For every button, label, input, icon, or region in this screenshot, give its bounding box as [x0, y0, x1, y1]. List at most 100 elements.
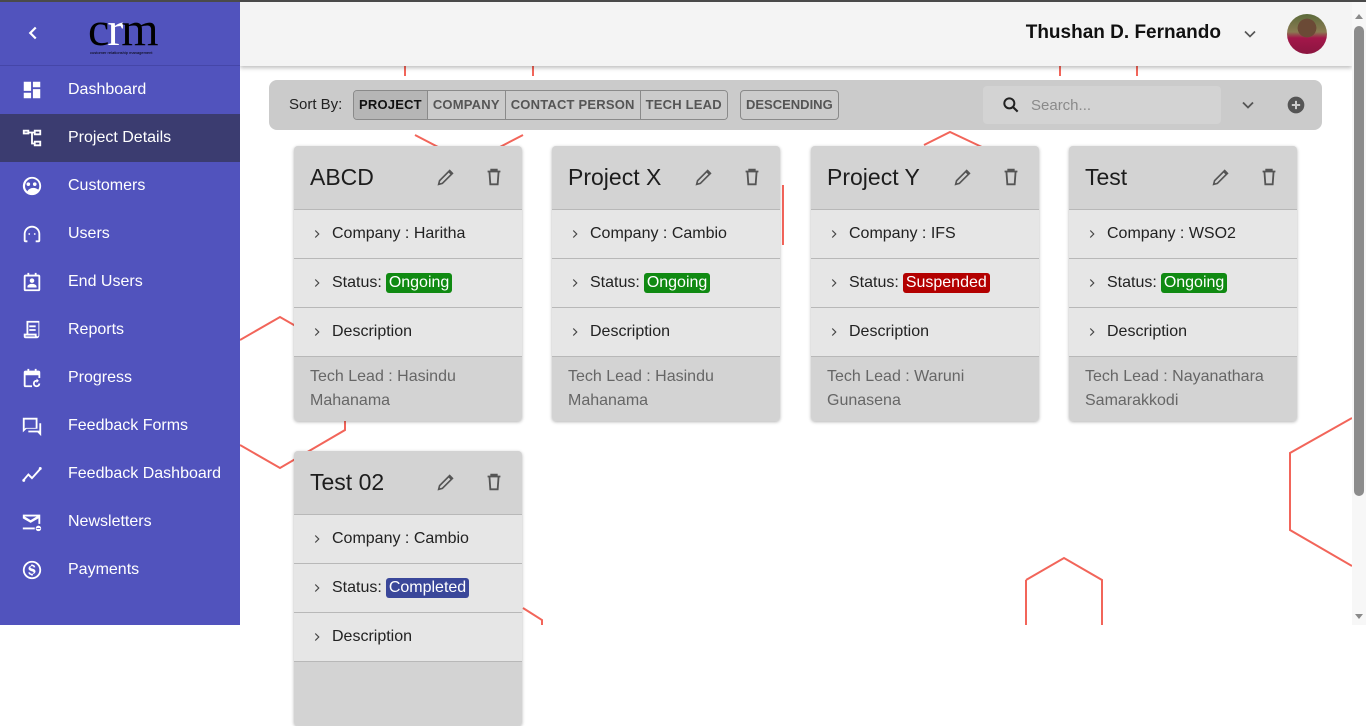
- description-label: Description: [1107, 323, 1188, 340]
- sidebar: crm customer relationship management Das…: [0, 2, 240, 625]
- sidebar-item-users[interactable]: Users: [0, 210, 240, 258]
- card-header: Project Y: [811, 146, 1039, 210]
- edit-pencil-icon[interactable]: [693, 166, 715, 188]
- trend-line-icon: [20, 462, 44, 486]
- sort-button-contact-person[interactable]: CONTACT PERSON: [505, 91, 641, 119]
- company-row[interactable]: Company : Cambio: [294, 515, 522, 564]
- sort-label: Sort By:: [289, 96, 343, 113]
- sidebar-item-progress[interactable]: Progress: [0, 354, 240, 402]
- scroll-up-arrow[interactable]: [1355, 14, 1363, 19]
- chevron-right-icon: [314, 230, 320, 238]
- delete-trash-icon[interactable]: [1000, 166, 1022, 188]
- avatar[interactable]: [1287, 14, 1327, 54]
- description-row[interactable]: Description: [552, 308, 780, 357]
- status-row[interactable]: Status: Ongoing: [552, 259, 780, 308]
- scroll-down-arrow[interactable]: [1355, 614, 1363, 619]
- chevron-right-icon: [831, 279, 837, 287]
- project-title: ABCD: [310, 164, 374, 190]
- chevron-right-icon: [314, 279, 320, 287]
- sort-button-company[interactable]: COMPANY: [427, 91, 506, 119]
- company-row[interactable]: Company : IFS: [811, 210, 1039, 259]
- company-label: Company : IFS: [849, 225, 956, 242]
- sort-button-project[interactable]: PROJECT: [354, 91, 428, 119]
- sidebar-item-label: End Users: [68, 273, 143, 290]
- user-name[interactable]: Thushan D. Fernando: [1026, 22, 1221, 44]
- sort-toolbar: Sort By: PROJECT COMPANY CONTACT PERSON TEC…: [269, 80, 1322, 130]
- mail-icon: [20, 510, 44, 534]
- status-label: Status:: [849, 274, 899, 291]
- description-row[interactable]: Description: [294, 613, 522, 662]
- calendar-progress-icon: [20, 366, 44, 390]
- reports-icon: [20, 318, 44, 342]
- sidebar-item-label: Feedback Dashboard: [68, 465, 221, 482]
- status-badge: Completed: [385, 578, 470, 598]
- chevron-right-icon: [572, 328, 578, 336]
- sidebar-item-newsletters[interactable]: Newsletters: [0, 498, 240, 546]
- chevron-down-icon[interactable]: [1240, 24, 1260, 44]
- project-title: Project X: [568, 164, 662, 190]
- chevron-down-icon[interactable]: [1238, 95, 1258, 115]
- project-card: Project Y Company : IFS Status: Suspended…: [811, 146, 1039, 421]
- scrollbar-thumb[interactable]: [1354, 26, 1364, 496]
- status-row[interactable]: Status: Ongoing: [294, 259, 522, 308]
- sidebar-item-customers[interactable]: Customers: [0, 162, 240, 210]
- description-label: Description: [849, 323, 930, 340]
- company-row[interactable]: Company : WSO2: [1069, 210, 1297, 259]
- tech-lead: Tech Lead : Nayanathara Samarakkodi: [1069, 357, 1297, 421]
- dollar-circle-icon: [20, 558, 44, 582]
- sort-order-button[interactable]: DESCENDING: [740, 90, 839, 120]
- logo-tagline: customer relationship management: [90, 50, 153, 55]
- sidebar-item-label: Progress: [68, 369, 133, 386]
- search-icon: [1003, 97, 1019, 113]
- chevron-right-icon: [572, 279, 578, 287]
- delete-trash-icon[interactable]: [483, 166, 505, 188]
- edit-pencil-icon[interactable]: [435, 166, 457, 188]
- chevron-right-icon: [314, 633, 320, 641]
- delete-trash-icon[interactable]: [483, 471, 505, 493]
- sidebar-item-end-users[interactable]: End Users: [0, 258, 240, 306]
- sidebar-item-reports[interactable]: Reports: [0, 306, 240, 354]
- description-row[interactable]: Description: [1069, 308, 1297, 357]
- edit-pencil-icon[interactable]: [952, 166, 974, 188]
- edit-pencil-icon[interactable]: [1210, 166, 1232, 188]
- edit-pencil-icon[interactable]: [435, 471, 457, 493]
- company-label: Company : Haritha: [332, 225, 466, 242]
- sidebar-item-label: Dashboard: [68, 81, 147, 98]
- sidebar-item-payments[interactable]: Payments: [0, 546, 240, 594]
- chevron-right-icon: [1089, 230, 1095, 238]
- sidebar-item-label: Newsletters: [68, 513, 152, 530]
- status-row[interactable]: Status: Suspended: [811, 259, 1039, 308]
- sidebar-item-project-details[interactable]: Project Details: [0, 114, 240, 162]
- chevron-left-icon[interactable]: [22, 22, 44, 44]
- add-circle-icon[interactable]: [1286, 95, 1306, 115]
- sidebar-item-dashboard[interactable]: Dashboard: [0, 66, 240, 114]
- app-logo: crm customer relationship management: [88, 3, 159, 56]
- description-row[interactable]: Description: [811, 308, 1039, 357]
- delete-trash-icon[interactable]: [741, 166, 763, 188]
- tech-lead: Tech Lead : Hasindu Mahanama: [294, 357, 522, 421]
- status-row[interactable]: Status: Completed: [294, 564, 522, 613]
- status-badge: Ongoing: [643, 273, 711, 293]
- status-row[interactable]: Status: Ongoing: [1069, 259, 1297, 308]
- company-row[interactable]: Company : Haritha: [294, 210, 522, 259]
- project-card: Test 02 Company : Cambio Status: Complete…: [294, 451, 522, 726]
- search-input[interactable]: [1031, 94, 1211, 116]
- chevron-right-icon: [831, 328, 837, 336]
- project-card: Project X Company : Cambio Status: Ongoin…: [552, 146, 780, 421]
- vertical-scrollbar[interactable]: [1352, 2, 1366, 625]
- app-bar: Thushan D. Fernando: [240, 2, 1352, 66]
- chevron-right-icon: [314, 584, 320, 592]
- description-row[interactable]: Description: [294, 308, 522, 357]
- sort-button-tech-lead[interactable]: TECH LEAD: [640, 91, 727, 119]
- company-label: Company : WSO2: [1107, 225, 1236, 242]
- card-header: Test 02: [294, 451, 522, 515]
- sidebar-item-label: Customers: [68, 177, 146, 194]
- chevron-right-icon: [572, 230, 578, 238]
- company-row[interactable]: Company : Cambio: [552, 210, 780, 259]
- search-box: [983, 86, 1221, 124]
- sidebar-header: crm customer relationship management: [0, 2, 240, 66]
- delete-trash-icon[interactable]: [1258, 166, 1280, 188]
- end-user-badge-icon: [20, 270, 44, 294]
- sidebar-item-feedback-dashboard[interactable]: Feedback Dashboard: [0, 450, 240, 498]
- sidebar-item-feedback-forms[interactable]: Feedback Forms: [0, 402, 240, 450]
